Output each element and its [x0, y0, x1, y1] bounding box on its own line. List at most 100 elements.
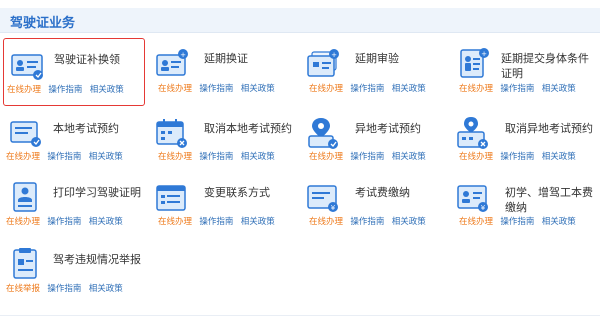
service-renewal-extension[interactable]: + 延期换证 在线办理 操作指南 相关政策 [152, 38, 292, 104]
related-policy-link[interactable]: 相关政策 [89, 283, 123, 293]
online-handle-link[interactable]: 在线办理 [459, 216, 493, 226]
operation-guide-link[interactable]: 操作指南 [350, 151, 384, 161]
related-policy-link[interactable]: 相关政策 [392, 151, 426, 161]
driver-license-services-panel: 驾驶证业务 驾驶证补换领 在线办理 操作指南 相关政策 + 延期换证 在线办理 … [0, 0, 600, 320]
online-handle-link[interactable]: 在线办理 [309, 151, 343, 161]
operation-guide-link[interactable]: 操作指南 [350, 216, 384, 226]
service-links: 在线办理 操作指南 相关政策 [6, 150, 128, 162]
operation-guide-link[interactable]: 操作指南 [350, 83, 384, 93]
service-links: 在线办理 操作指南 相关政策 [7, 83, 129, 95]
service-license-fee-payment[interactable]: ¥ 初学、增驾工本费缴纳 在线办理 操作指南 相关政策 [453, 175, 593, 241]
service-review-extension[interactable]: + 延期审验 在线办理 操作指南 相关政策 [303, 38, 443, 104]
license-fee-icon: ¥ [456, 180, 490, 214]
service-title: 取消异地考试预约 [505, 123, 593, 135]
online-handle-link[interactable]: 在线办理 [309, 83, 343, 93]
svg-text:¥: ¥ [331, 204, 336, 212]
online-handle-link[interactable]: 在线办理 [309, 216, 343, 226]
license-stack-badge-icon: + [306, 46, 340, 80]
operation-guide-link[interactable]: 操作指南 [199, 83, 233, 93]
related-policy-link[interactable]: 相关政策 [392, 83, 426, 93]
violation-report-icon [9, 247, 43, 281]
operation-guide-link[interactable]: 操作指南 [47, 283, 81, 293]
exam-fee-icon: ¥ [306, 180, 340, 214]
online-handle-link[interactable]: 在线办理 [158, 83, 192, 93]
online-handle-link[interactable]: 在线办理 [459, 151, 493, 161]
location-exam-icon [306, 116, 340, 150]
operation-guide-link[interactable]: 操作指南 [199, 151, 233, 161]
service-links: 在线办理 操作指南 相关政策 [309, 215, 431, 227]
online-handle-link[interactable]: 在线办理 [158, 216, 192, 226]
section-title: 驾驶证业务 [10, 15, 76, 30]
svg-text:+: + [481, 50, 487, 58]
related-policy-link[interactable]: 相关政策 [89, 151, 123, 161]
online-handle-link[interactable]: 在线办理 [6, 151, 40, 161]
license-card-icon [10, 47, 44, 81]
service-links: 在线办理 操作指南 相关政策 [158, 150, 280, 162]
service-cancel-remote-exam-booking[interactable]: 取消异地考试预约 在线办理 操作指南 相关政策 [453, 108, 593, 174]
related-policy-link[interactable]: 相关政策 [392, 216, 426, 226]
license-card-badge-icon: + [155, 46, 189, 80]
service-title: 初学、增驾工本费缴纳 [505, 187, 593, 214]
operation-guide-link[interactable]: 操作指南 [47, 216, 81, 226]
operation-guide-link[interactable]: 操作指南 [47, 151, 81, 161]
health-certificate-icon: + [456, 46, 490, 80]
related-policy-link[interactable]: 相关政策 [89, 216, 123, 226]
operation-guide-link[interactable]: 操作指南 [199, 216, 233, 226]
service-links: 在线举报 操作指南 相关政策 [6, 282, 128, 294]
contact-change-icon [155, 180, 189, 214]
service-links: 在线办理 操作指南 相关政策 [158, 82, 280, 94]
online-report-link[interactable]: 在线举报 [6, 283, 40, 293]
related-policy-link[interactable]: 相关政策 [241, 83, 275, 93]
online-handle-link[interactable]: 在线办理 [6, 216, 40, 226]
bottom-divider [0, 315, 600, 316]
service-links: 在线办理 操作指南 相关政策 [459, 150, 581, 162]
service-exam-fee-payment[interactable]: ¥ 考试费缴纳 在线办理 操作指南 相关政策 [303, 175, 443, 241]
service-change-contact-info[interactable]: 变更联系方式 在线办理 操作指南 相关政策 [152, 175, 292, 241]
service-links: 在线办理 操作指南 相关政策 [459, 215, 581, 227]
service-title: 打印学习驾驶证明 [53, 187, 141, 199]
related-policy-link[interactable]: 相关政策 [542, 83, 576, 93]
service-links: 在线办理 操作指南 相关政策 [309, 150, 431, 162]
operation-guide-link[interactable]: 操作指南 [500, 151, 534, 161]
svg-text:+: + [180, 51, 186, 59]
local-exam-icon [9, 116, 43, 150]
calendar-cancel-icon [155, 116, 189, 150]
service-title: 变更联系方式 [204, 187, 270, 199]
service-print-learner-certificate[interactable]: 打印学习驾驶证明 在线办理 操作指南 相关政策 [3, 175, 143, 241]
service-title: 本地考试预约 [53, 123, 119, 135]
service-cancel-local-exam-booking[interactable]: 取消本地考试预约 在线办理 操作指南 相关政策 [152, 108, 292, 174]
related-policy-link[interactable]: 相关政策 [542, 151, 576, 161]
related-policy-link[interactable]: 相关政策 [542, 216, 576, 226]
service-title: 延期提交身体条件证明 [501, 53, 589, 80]
service-title: 驾考违规情况举报 [53, 254, 141, 266]
related-policy-link[interactable]: 相关政策 [90, 84, 124, 94]
svg-text:+: + [331, 51, 337, 59]
operation-guide-link[interactable]: 操作指南 [500, 216, 534, 226]
service-links: 在线办理 操作指南 相关政策 [158, 215, 280, 227]
service-title: 考试费缴纳 [355, 187, 410, 199]
service-remote-exam-booking[interactable]: 异地考试预约 在线办理 操作指南 相关政策 [303, 108, 443, 174]
service-health-certificate-extension[interactable]: + 延期提交身体条件证明 在线办理 操作指南 相关政策 [453, 38, 593, 104]
service-license-reissue[interactable]: 驾驶证补换领 在线办理 操作指南 相关政策 [3, 38, 145, 106]
operation-guide-link[interactable]: 操作指南 [500, 83, 534, 93]
service-links: 在线办理 操作指南 相关政策 [6, 215, 128, 227]
service-title: 异地考试预约 [355, 123, 421, 135]
service-links: 在线办理 操作指南 相关政策 [459, 82, 581, 94]
print-certificate-icon [9, 180, 43, 214]
service-links: 在线办理 操作指南 相关政策 [309, 82, 431, 94]
online-handle-link[interactable]: 在线办理 [459, 83, 493, 93]
service-title: 驾驶证补换领 [54, 54, 120, 66]
operation-guide-link[interactable]: 操作指南 [48, 84, 82, 94]
online-handle-link[interactable]: 在线办理 [7, 84, 41, 94]
related-policy-link[interactable]: 相关政策 [241, 151, 275, 161]
svg-text:¥: ¥ [481, 204, 486, 212]
service-local-exam-booking[interactable]: 本地考试预约 在线办理 操作指南 相关政策 [3, 108, 143, 174]
service-title: 延期审验 [355, 53, 399, 65]
service-title: 取消本地考试预约 [204, 123, 292, 135]
related-policy-link[interactable]: 相关政策 [241, 216, 275, 226]
service-exam-violation-report[interactable]: 驾考违规情况举报 在线举报 操作指南 相关政策 [3, 242, 143, 308]
service-title: 延期换证 [204, 53, 248, 65]
section-header: 驾驶证业务 [0, 8, 600, 33]
location-calendar-cancel-icon [456, 116, 490, 150]
online-handle-link[interactable]: 在线办理 [158, 151, 192, 161]
